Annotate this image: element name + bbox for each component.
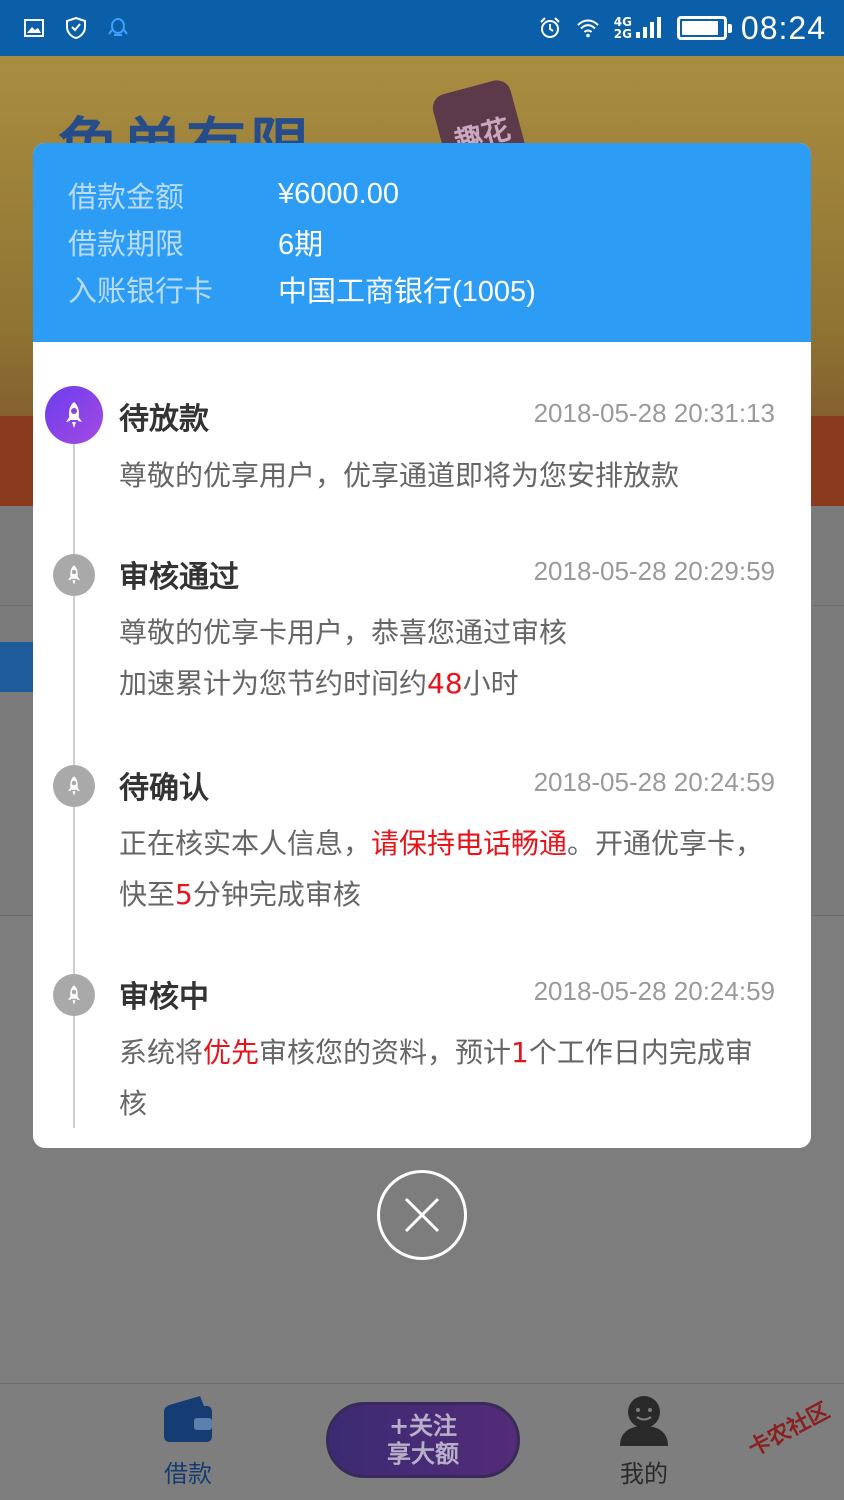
rocket-icon — [53, 554, 95, 596]
network-type: 4G 2G — [614, 16, 663, 40]
desc-text: 尊敬的优享卡用户，恭喜您通过审核 — [119, 616, 568, 649]
status-bar: 4G 2G 08:24 — [0, 0, 844, 56]
signal-icon — [635, 17, 661, 38]
follow-line1: +关注 — [388, 1412, 458, 1440]
tab-mine-label: 我的 — [620, 1460, 668, 1488]
shield-icon — [66, 16, 86, 40]
alarm-icon — [540, 17, 560, 38]
timeline-title: 审核通过 — [119, 560, 239, 595]
desc-highlight: 5 — [175, 878, 193, 911]
desc-highlight: 1 — [511, 1036, 529, 1069]
loan-status-dialog: 借款金额 ¥6000.00 借款期限 6期 入账银行卡 中国工商银行(1005)… — [33, 143, 811, 1148]
gallery-icon — [24, 19, 44, 37]
desc-text: 尊敬的优享用户，优享通道即将为您安排放款 — [119, 459, 680, 492]
desc-line: 尊敬的优享卡用户，恭喜您通过审核 — [119, 607, 779, 658]
timeline-time: 2018-05-28 20:24:59 — [533, 767, 775, 797]
desc-text: 正在核实本人信息， — [119, 827, 372, 860]
desc-text: 审核您的资料，预计 — [259, 1036, 512, 1069]
timeline-time: 2018-05-28 20:24:59 — [533, 976, 775, 1006]
bank-card-value: 中国工商银行(1005) — [278, 275, 536, 308]
timeline-title: 审核中 — [119, 980, 209, 1015]
desc-line: 加速累计为您节约时间约48小时 — [119, 658, 779, 709]
timeline-title: 待放款 — [119, 402, 209, 437]
timeline-desc: 系统将优先审核您的资料，预计1个工作日内完成审核 — [119, 1027, 779, 1129]
follow-line2: 享大额 — [387, 1440, 459, 1468]
loan-term-label: 借款期限 — [68, 226, 185, 261]
rocket-icon — [53, 974, 95, 1016]
bank-card-label: 入账银行卡 — [68, 273, 214, 308]
wallet-icon — [164, 1396, 212, 1442]
network-bottom-label: 2G — [613, 27, 632, 41]
timeline-title: 待确认 — [119, 771, 209, 806]
rocket-icon — [45, 386, 103, 444]
desc-text: 分钟完成审核 — [192, 878, 361, 911]
timeline-time: 2018-05-28 20:31:13 — [533, 398, 775, 428]
side-arrow-tab — [0, 642, 34, 692]
timeline-desc: 尊敬的优享卡用户，恭喜您通过审核 加速累计为您节约时间约48小时 — [119, 607, 779, 709]
loan-term-row: 借款期限 6期 — [68, 218, 811, 265]
close-button[interactable] — [377, 1170, 467, 1260]
wifi-icon — [577, 19, 599, 38]
desc-highlight: 优先 — [203, 1036, 260, 1069]
rocket-icon — [53, 765, 95, 807]
bank-card-row: 入账银行卡 中国工商银行(1005) — [68, 265, 811, 312]
loan-info-header: 借款金额 ¥6000.00 借款期限 6期 入账银行卡 中国工商银行(1005) — [33, 143, 811, 342]
loan-amount-label: 借款金额 — [68, 179, 185, 214]
loan-amount-value: ¥6000.00 — [278, 178, 399, 210]
tab-mine[interactable]: 我的 — [616, 1394, 672, 1489]
battery-icon — [676, 16, 732, 40]
follow-button[interactable]: +关注 享大额 — [326, 1402, 520, 1478]
clock: 08:24 — [740, 9, 826, 46]
user-avatar-icon — [620, 1396, 668, 1446]
desc-text: 系统将 — [119, 1036, 204, 1069]
timeline-time: 2018-05-28 20:29:59 — [533, 556, 775, 586]
desc-highlight: 请保持电话畅通 — [371, 827, 568, 860]
timeline-desc: 尊敬的优享用户，优享通道即将为您安排放款 — [119, 450, 779, 501]
loan-amount-row: 借款金额 ¥6000.00 — [68, 171, 811, 218]
desc-highlight: 48 — [427, 667, 463, 700]
desc-text: 小时 — [462, 667, 519, 700]
tab-loan-label: 借款 — [164, 1460, 212, 1488]
tab-loan[interactable]: 借款 — [160, 1394, 216, 1489]
timeline-desc: 正在核实本人信息，请保持电话畅通。开通优享卡，快至5分钟完成审核 — [119, 818, 779, 920]
battery-fill — [681, 21, 718, 35]
loan-term-value: 6期 — [278, 228, 324, 261]
qq-icon — [108, 18, 128, 36]
close-icon — [404, 1197, 440, 1233]
desc-text: 加速累计为您节约时间约 — [119, 667, 428, 700]
